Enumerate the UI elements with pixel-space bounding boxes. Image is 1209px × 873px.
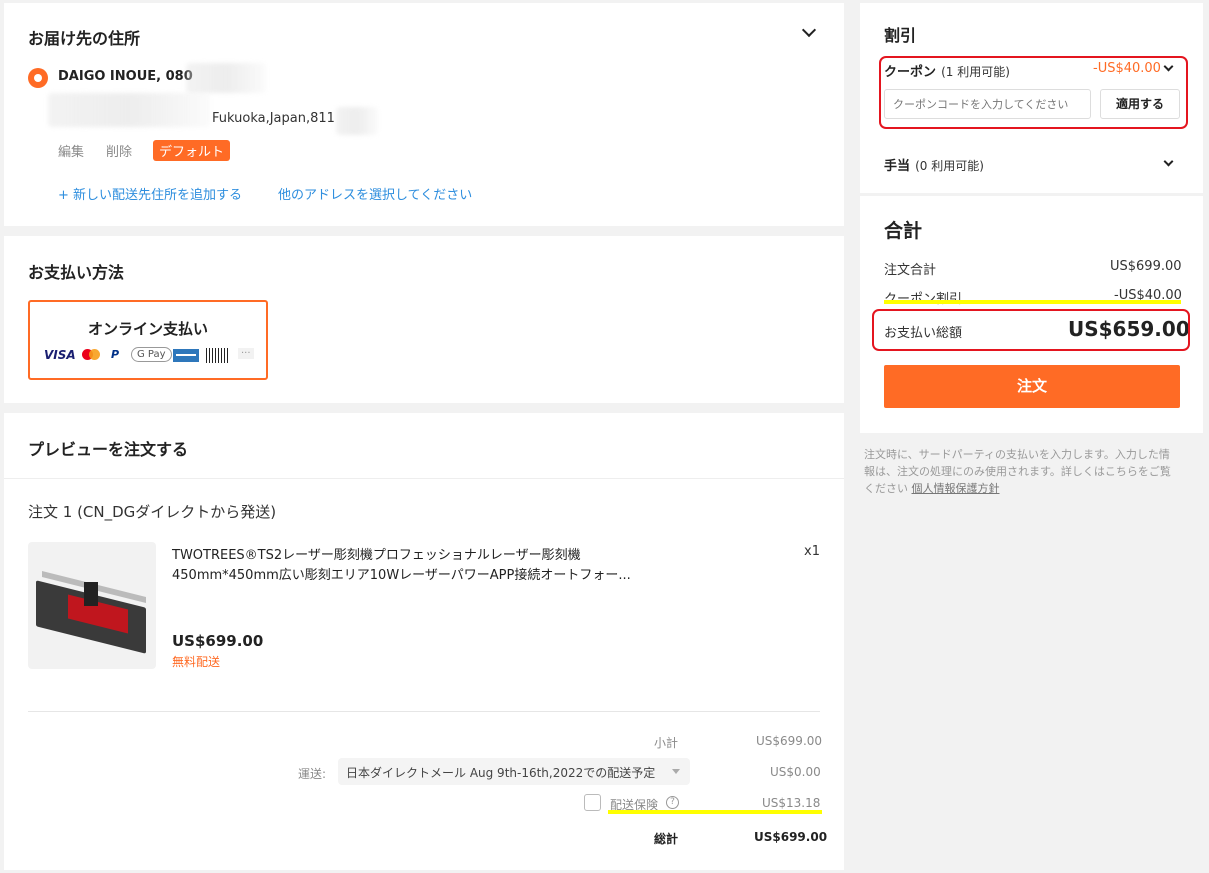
redacted-street (48, 93, 210, 127)
amex-icon (173, 349, 199, 362)
product-title-line1[interactable]: TWOTREES®TS2レーザー彫刻機プロフェッショナルレーザー彫刻機 (172, 544, 581, 563)
recipient-name: DAIGO INOUE, 080 (58, 69, 193, 84)
subtotal-label: 小計 (654, 736, 679, 750)
visa-icon: VISA (44, 348, 76, 362)
allowance-toggle[interactable]: 手当 (0 利用可能) (884, 155, 984, 174)
default-badge: デフォルト (153, 140, 231, 161)
order-total-label: 注文合計 (884, 263, 937, 278)
redacted-phone (186, 63, 266, 93)
discount-section-title: 割引 (884, 26, 917, 45)
product-image[interactable] (28, 542, 156, 669)
payment-card: お支払い方法 オンライン支払い VISA P G Pay ··· (4, 236, 844, 403)
paypal-icon: P (111, 348, 120, 361)
preview-section-title: プレビューを注文する (28, 440, 189, 459)
edit-address-button[interactable]: 編集 (58, 141, 84, 160)
redacted-postal (336, 107, 378, 135)
notice-line3-text: ください (864, 482, 912, 495)
payment-option-label: オンライン支払い (87, 320, 208, 338)
dropdown-caret-icon (672, 769, 680, 774)
chevron-down-icon[interactable] (1163, 156, 1174, 167)
annotation-red-box-total (872, 309, 1190, 351)
free-shipping-note: 無料配送 (172, 655, 221, 669)
product-title-line2[interactable]: 450mm*450mm広い彫刻エリア10Wレーザーパワー​APP接続オートフォー… (172, 564, 631, 583)
annotation-red-box-coupon (879, 56, 1188, 129)
coupon-discount-label: クーポン割引 (884, 288, 962, 307)
order-preview-card: プレビューを注文する 注文 1 (CN_DGダイレクトから発送) TWOTREE… (4, 413, 844, 870)
grand-total-value: US$699.00 (754, 830, 828, 844)
shipping-method-select[interactable]: 日本ダイレクトメール Aug 9th-16th,2022での配送予定 (338, 758, 690, 785)
notice-line3: ください 個人情報保護方針 (864, 480, 1000, 496)
shipping-value: US$0.00 (770, 765, 821, 779)
shipping-method-value: 日本ダイレクトメール Aug 9th-16th,2022での配送予定 (346, 766, 656, 780)
order-label: 注文 1 (CN_DGダイレクトから発送) (28, 503, 277, 521)
order-total-value: US$699.00 (1110, 259, 1182, 274)
annotation-yellow-underline (884, 300, 1181, 304)
address-card: お届け先の住所 DAIGO INOUE, 080 Fukuoka,Japan,8… (4, 3, 844, 226)
privacy-policy-link[interactable]: 個人情報保護方針 (912, 482, 1000, 495)
product-quantity: x1 (804, 544, 820, 559)
payment-section-title: お支払い方法 (28, 263, 125, 282)
chevron-down-icon[interactable] (801, 22, 817, 38)
payment-option-online[interactable]: オンライン支払い VISA P G Pay ··· (28, 300, 268, 380)
delete-address-button[interactable]: 削除 (106, 141, 132, 160)
boleto-icon (206, 348, 228, 363)
address-section-title: お届け先の住所 (28, 29, 141, 48)
help-icon[interactable]: ? (666, 796, 679, 809)
grand-total-label: 総計 (654, 832, 679, 846)
mastercard-icon (82, 348, 102, 362)
allowance-label: 手当 (884, 159, 911, 174)
allowance-available: (0 利用可能) (915, 159, 984, 173)
place-order-button[interactable]: 注文 (884, 365, 1180, 408)
google-pay-icon: G Pay (131, 347, 172, 362)
subtotal-value: US$699.00 (756, 734, 823, 748)
add-address-link[interactable]: + 新しい配送先住所を追加する (58, 184, 242, 203)
summary-section-title: 合計 (884, 220, 923, 242)
product-price: US$699.00 (172, 632, 264, 650)
insurance-checkbox[interactable] (584, 794, 601, 811)
annotation-yellow-underline (608, 810, 822, 814)
divider (28, 711, 820, 712)
more-icon: ··· (238, 348, 254, 359)
address-line: Fukuoka,Japan,811 (212, 111, 335, 126)
insurance-value: US$13.18 (762, 796, 821, 810)
notice-line2: 報は、注文の処理にのみ使用されます。詳しくはこちらをご覧 (864, 465, 1171, 478)
divider (4, 478, 844, 479)
select-other-address-link[interactable]: 他のアドレスを選択してください (278, 184, 472, 203)
notice-line1: 注文時に、サードパーティの支払いを入力します。入力した情 (864, 448, 1170, 461)
address-radio-selected[interactable] (28, 68, 48, 88)
shipping-label: 運送: (298, 767, 327, 781)
